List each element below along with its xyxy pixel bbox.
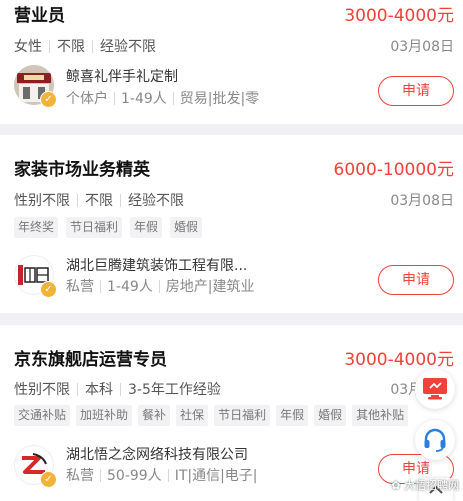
company-logo: ✓ bbox=[14, 255, 57, 298]
job-title: 京东旗舰店运营专员 bbox=[14, 350, 167, 370]
requirement-education: 不限 bbox=[57, 39, 85, 55]
job-salary: 3000-4000元 bbox=[344, 350, 454, 370]
company-size: 1-49人 bbox=[107, 279, 153, 295]
floating-monitor-button[interactable] bbox=[415, 369, 455, 409]
company-size: 50-99人 bbox=[107, 468, 162, 484]
headset-icon bbox=[424, 428, 446, 452]
watermark: ✿ 大悟招聘网 bbox=[391, 477, 459, 493]
divider bbox=[120, 193, 121, 207]
divider bbox=[114, 91, 115, 105]
requirement-experience: 3-5年工作经验 bbox=[128, 382, 221, 398]
job-card[interactable]: 家装市场业务精英 6000-10000元 性别不限 不限 经验不限 03月08日… bbox=[0, 135, 463, 313]
company-type: 私营 bbox=[66, 279, 94, 295]
benefit-tag: 其他补贴 bbox=[352, 405, 409, 426]
company-name[interactable]: 鲸喜礼伴手礼定制 bbox=[66, 66, 178, 86]
requirement-education: 本科 bbox=[85, 382, 113, 398]
benefit-tag: 婚假 bbox=[314, 405, 347, 426]
company-logo: ✓ bbox=[14, 445, 57, 488]
requirement-experience: 经验不限 bbox=[128, 193, 184, 209]
apply-button[interactable]: 申请 bbox=[378, 76, 454, 106]
company-info: 私营 50-99人 IT|通信|电子| bbox=[66, 465, 258, 485]
divider bbox=[158, 279, 160, 293]
requirement-education: 不限 bbox=[85, 193, 113, 209]
company-info: 私营 1-49人 房地产|建筑业 bbox=[66, 276, 255, 296]
company-type: 私营 bbox=[66, 468, 94, 484]
check-badge-icon: ✓ bbox=[40, 281, 57, 298]
company-industry: 房地产|建筑业 bbox=[165, 279, 255, 295]
benefit-tags: 年终奖 节日福利 年假 婚假 bbox=[14, 217, 203, 238]
monitor-icon bbox=[423, 378, 447, 400]
benefit-tag: 年假 bbox=[276, 405, 309, 426]
benefit-tags: 交通补贴 加班补助 餐补 社保 节日福利 年假 婚假 其他补贴 bbox=[14, 405, 409, 426]
job-salary: 3000-4000元 bbox=[344, 6, 454, 26]
requirement-gender: 性别不限 bbox=[14, 382, 70, 398]
benefit-tag: 社保 bbox=[176, 405, 209, 426]
company-logo: ✓ bbox=[14, 65, 57, 108]
post-date: 03月08日 bbox=[390, 193, 454, 209]
benefit-tag: 年终奖 bbox=[14, 217, 59, 238]
wechat-icon: ✿ bbox=[391, 479, 404, 492]
benefit-tag: 餐补 bbox=[138, 405, 171, 426]
divider bbox=[100, 279, 101, 293]
benefit-tag: 年假 bbox=[130, 217, 163, 238]
divider bbox=[100, 468, 101, 482]
company-info: 个体户 1-49人 贸易|批发|零 bbox=[66, 88, 259, 108]
requirement-gender: 女性 bbox=[14, 39, 42, 55]
divider bbox=[120, 382, 121, 396]
requirement-gender: 性别不限 bbox=[14, 193, 70, 209]
benefit-tag: 交通补贴 bbox=[14, 405, 71, 426]
job-card[interactable]: 营业员 3000-4000元 女性 不限 经验不限 03月08日 ✓ 鲸喜礼伴手… bbox=[0, 0, 463, 124]
job-salary: 6000-10000元 bbox=[333, 160, 454, 180]
check-badge-icon: ✓ bbox=[40, 471, 57, 488]
divider bbox=[92, 39, 93, 53]
job-title: 家装市场业务精英 bbox=[14, 160, 150, 180]
company-type: 个体户 bbox=[66, 91, 108, 107]
requirement-experience: 经验不限 bbox=[100, 39, 156, 55]
floating-service-button[interactable] bbox=[415, 420, 455, 460]
job-requirements: 女性 不限 经验不限 bbox=[14, 36, 156, 56]
company-name[interactable]: 湖北悟之念网络科技有限公司 bbox=[66, 444, 248, 464]
benefit-tag: 加班补助 bbox=[76, 405, 133, 426]
company-name[interactable]: 湖北巨腾建筑装饰工程有限... bbox=[66, 255, 247, 275]
company-industry: 贸易|批发|零 bbox=[179, 91, 260, 107]
divider bbox=[49, 39, 50, 53]
benefit-tag: 婚假 bbox=[170, 217, 203, 238]
check-badge-icon: ✓ bbox=[40, 91, 57, 108]
divider bbox=[167, 468, 169, 482]
job-card[interactable]: 京东旗舰店运营专员 3000-4000元 性别不限 本科 3-5年工作经验 03… bbox=[0, 325, 463, 501]
job-requirements: 性别不限 不限 经验不限 bbox=[14, 190, 184, 210]
divider bbox=[172, 91, 174, 105]
company-industry: IT|通信|电子| bbox=[174, 468, 258, 484]
company-size: 1-49人 bbox=[121, 91, 167, 107]
job-title: 营业员 bbox=[14, 6, 65, 26]
post-date: 03月08日 bbox=[390, 39, 454, 55]
benefit-tag: 节日福利 bbox=[214, 405, 271, 426]
divider bbox=[77, 382, 78, 396]
divider bbox=[77, 193, 78, 207]
watermark-text: 大悟招聘网 bbox=[404, 479, 459, 492]
job-requirements: 性别不限 本科 3-5年工作经验 bbox=[14, 379, 221, 399]
benefit-tag: 节日福利 bbox=[66, 217, 123, 238]
apply-button[interactable]: 申请 bbox=[378, 265, 454, 295]
